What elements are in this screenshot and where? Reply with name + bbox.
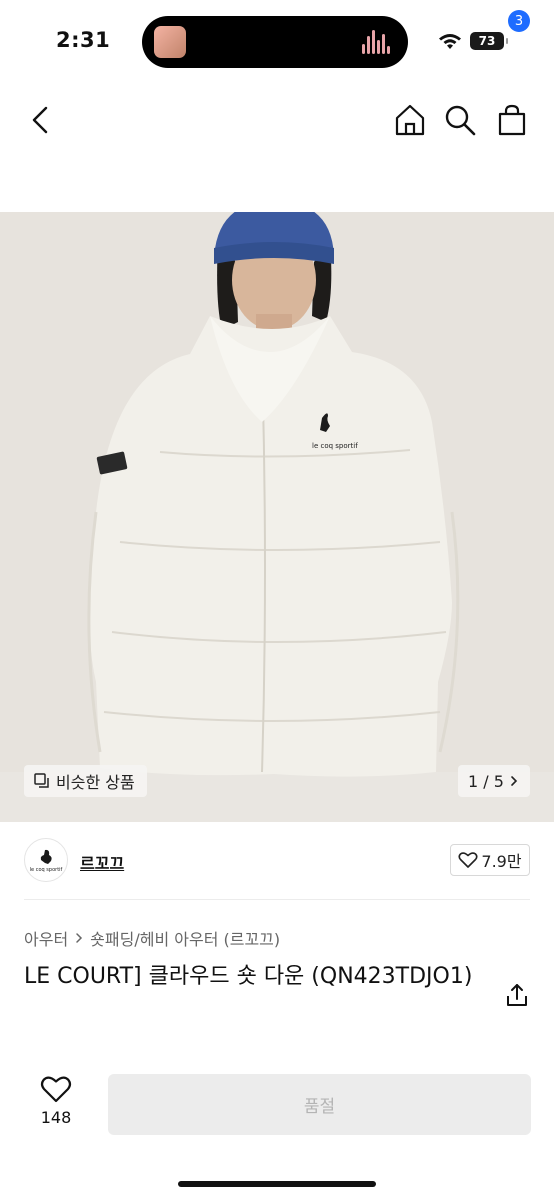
brand-logo[interactable]: le coq sportif — [24, 838, 68, 882]
brand-row: le coq sportif 르꼬끄 7.9만 — [0, 836, 554, 884]
back-arrow-icon[interactable] — [26, 104, 56, 136]
copy-icon — [34, 773, 49, 788]
product-photo: le coq sportif — [0, 212, 554, 822]
status-bar: 2:31 73 — [0, 0, 554, 84]
brand-name-link[interactable]: 르꼬끄 — [80, 850, 124, 874]
breadcrumb: 아우터 숏패딩/헤비 아우터 (르꼬끄) — [24, 926, 280, 950]
wifi-icon — [439, 34, 461, 49]
audio-wave-icon — [362, 30, 392, 54]
image-page-indicator[interactable]: 1 / 5 — [458, 765, 530, 797]
product-image[interactable]: le coq sportif — [0, 212, 554, 822]
cart-icon[interactable] — [494, 102, 530, 138]
cart-count-badge: 3 — [508, 10, 530, 32]
battery-icon: 73 — [470, 32, 508, 50]
similar-products-button[interactable]: 비슷한 상품 — [24, 765, 147, 797]
brand-logo-text: le coq sportif — [29, 866, 63, 873]
divider — [24, 899, 530, 900]
search-icon[interactable] — [442, 102, 478, 138]
home-icon[interactable] — [392, 102, 428, 138]
rooster-logo-icon — [40, 849, 52, 864]
status-indicators: 73 — [438, 31, 508, 51]
heart-icon — [458, 852, 478, 868]
breadcrumb-category[interactable]: 아우터 — [24, 926, 68, 950]
bottom-action-bar: 148 품절 — [0, 1058, 554, 1200]
wishlist-heart-icon[interactable] — [40, 1074, 72, 1104]
status-time: 2:31 — [56, 28, 111, 52]
similar-products-label: 비슷한 상품 — [56, 773, 135, 792]
chevron-right-icon — [76, 933, 83, 943]
page-counter: 1 / 5 — [468, 771, 504, 791]
chevron-right-icon — [511, 776, 518, 786]
wishlist-count: 148 — [40, 1108, 72, 1127]
brand-like-button[interactable]: 7.9만 — [450, 844, 530, 876]
soldout-button[interactable]: 품절 — [108, 1074, 531, 1135]
svg-text:le coq sportif: le coq sportif — [312, 442, 358, 450]
home-indicator — [178, 1181, 376, 1187]
breadcrumb-subcategory[interactable]: 숏패딩/헤비 아우터 (르꼬끄) — [90, 926, 280, 950]
dynamic-island — [142, 16, 408, 68]
brand-like-count: 7.9만 — [481, 852, 522, 871]
share-icon[interactable] — [504, 982, 530, 1008]
now-playing-thumbnail — [154, 26, 186, 58]
product-title: LE COURT] 클라우드 숏 다운 (QN423TDJO1) — [24, 964, 473, 989]
